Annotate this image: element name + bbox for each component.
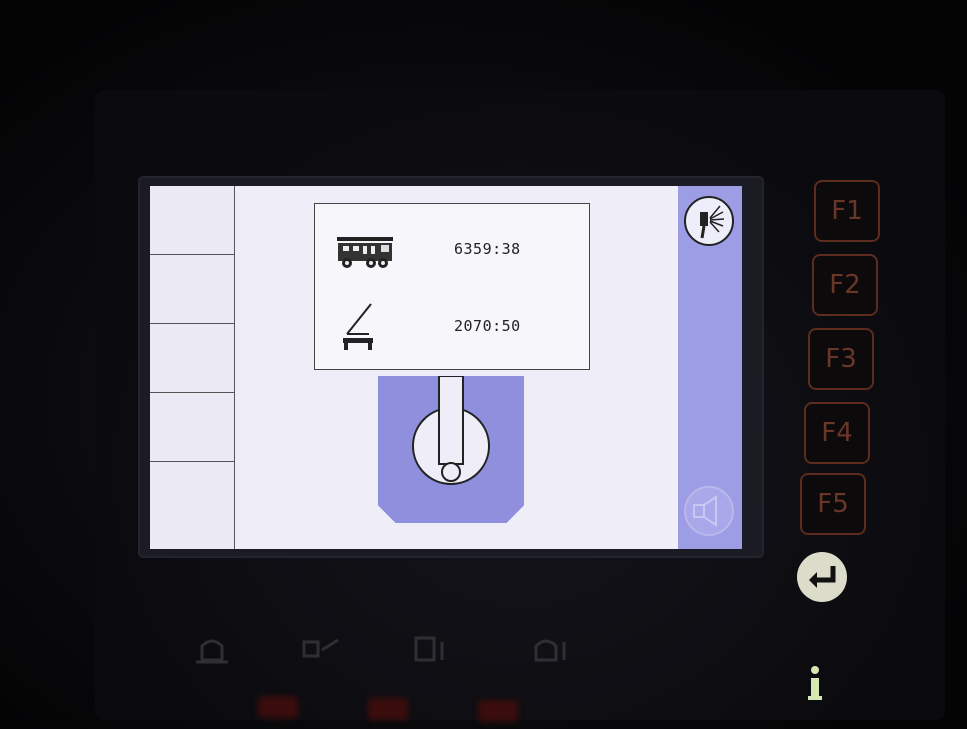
operating-hours-panel: 6359:38 2070:50 (314, 203, 590, 370)
right-icon-column (678, 186, 742, 549)
truck-hours-value: 6359:38 (454, 240, 521, 258)
f2-key[interactable]: F2 (812, 254, 878, 316)
enter-button[interactable] (797, 552, 847, 602)
info-icon (808, 666, 822, 700)
fire-truck-icon (337, 237, 393, 268)
softkey-slot-3[interactable] (150, 324, 234, 393)
softkey-slot-1[interactable] (150, 186, 234, 255)
indicator-led (478, 700, 518, 722)
work-light-up-icon[interactable] (410, 630, 454, 674)
indicator-led (258, 696, 298, 718)
display-screen: 6359:38 2070:50 (150, 186, 742, 549)
aerial-ladder-icon (343, 303, 373, 350)
horn-button[interactable] (684, 486, 734, 536)
joystick-position-indicator (378, 376, 524, 523)
horn-icon (693, 495, 717, 527)
f1-key[interactable]: F1 (814, 180, 880, 242)
enter-icon (809, 566, 836, 588)
beacon-light-icon[interactable] (192, 630, 232, 674)
ladder-light-icon[interactable] (300, 632, 344, 672)
info-button[interactable] (802, 664, 828, 704)
ladder-hours-value: 2070:50 (454, 317, 521, 335)
beacon-down-icon[interactable] (530, 630, 574, 674)
f5-key[interactable]: F5 (800, 473, 866, 535)
f3-key[interactable]: F3 (808, 328, 874, 390)
indicator-led (368, 698, 408, 720)
joystick-icon (412, 376, 490, 485)
left-softkey-column (150, 186, 235, 549)
water-nozzle-button[interactable] (684, 196, 734, 246)
f4-key[interactable]: F4 (804, 402, 870, 464)
water-nozzle-icon (700, 205, 725, 239)
softkey-slot-4[interactable] (150, 393, 234, 462)
softkey-slot-5[interactable] (150, 462, 234, 531)
softkey-slot-2[interactable] (150, 255, 234, 324)
